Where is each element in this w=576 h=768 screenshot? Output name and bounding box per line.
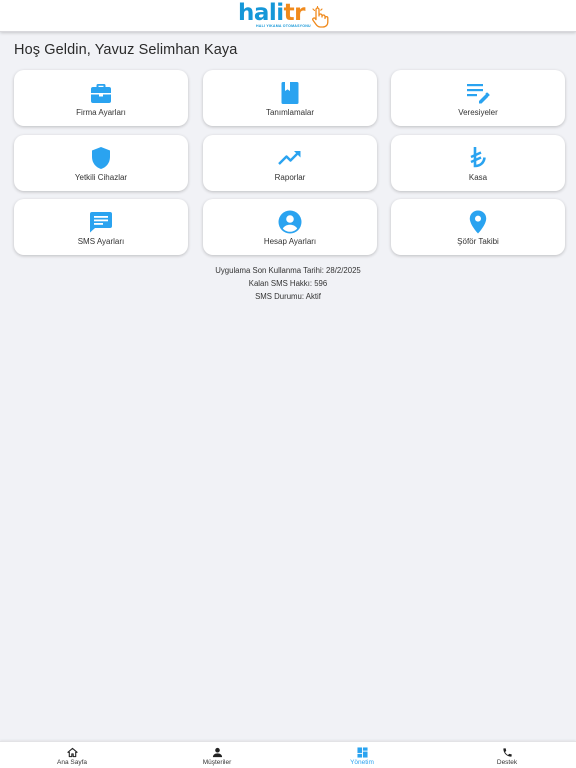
pointer-hand-icon	[312, 5, 329, 28]
tile-hesap-ayarlari[interactable]: Hesap Ayarları	[203, 199, 377, 255]
nav-yonetim[interactable]: Yönetim	[322, 747, 402, 766]
tile-yetkili-cihazlar[interactable]: Yetkili Cihazlar	[14, 135, 188, 191]
tile-kasa[interactable]: Kasa	[391, 135, 565, 191]
lira-icon	[470, 147, 486, 168]
edit-list-icon	[467, 84, 490, 104]
nav-label: Destek	[496, 759, 518, 766]
tile-tanimlamalar[interactable]: Tanımlamalar	[203, 70, 377, 126]
tile-veresiyeler[interactable]: Veresiyeler	[391, 70, 565, 126]
bottom-navigation: Ana Sayfa Müşteriler Yönetim Destek	[0, 741, 576, 768]
book-icon	[281, 82, 299, 104]
tile-label: Kasa	[468, 173, 488, 182]
logo-wordmark: halitr	[238, 0, 306, 26]
tile-label: Yetkili Cihazlar	[74, 173, 128, 182]
tile-sofor-takibi[interactable]: Şöför Takibi	[391, 199, 565, 255]
sms-status-text: SMS Durumu: Aktif	[255, 292, 321, 301]
greeting-text: Hoş Geldin, Yavuz Selimhan Kaya	[14, 42, 238, 58]
dashboard-icon	[356, 747, 368, 758]
home-icon	[66, 747, 78, 758]
briefcase-icon	[91, 84, 111, 103]
tile-label: Hesap Ayarları	[263, 237, 317, 246]
shield-icon	[92, 147, 110, 169]
top-bar: halitr HALI YIKAMA OTOMASYONU	[0, 0, 576, 32]
trending-up-icon	[278, 151, 301, 165]
tile-label: Şöför Takibi	[457, 237, 499, 246]
phone-icon	[502, 748, 512, 757]
tile-sms-ayarlari[interactable]: SMS Ayarları	[14, 199, 188, 255]
tile-label: Firma Ayarları	[76, 108, 126, 117]
location-pin-icon	[469, 210, 487, 234]
tile-firma-ayarlari[interactable]: Firma Ayarları	[14, 70, 188, 126]
message-icon	[90, 212, 112, 233]
nav-label: Müşteriler	[202, 759, 232, 766]
tile-label: Veresiyeler	[458, 108, 498, 117]
nav-musteriler[interactable]: Müşteriler	[177, 747, 257, 766]
tile-raporlar[interactable]: Raporlar	[203, 135, 377, 191]
license-info: Uygulama Son Kullanma Tarihi: 28/2/2025 …	[0, 264, 576, 303]
tile-label: Raporlar	[274, 173, 306, 182]
sms-remaining-text: Kalan SMS Hakkı: 596	[248, 279, 328, 288]
person-icon	[212, 747, 222, 758]
account-circle-icon	[278, 210, 302, 234]
tile-label: SMS Ayarları	[77, 237, 125, 246]
nav-label: Ana Sayfa	[57, 759, 87, 766]
nav-ana-sayfa[interactable]: Ana Sayfa	[32, 747, 112, 766]
tile-label: Tanımlamalar	[265, 108, 314, 117]
app-logo: halitr HALI YIKAMA OTOMASYONU	[238, 0, 338, 31]
nav-destek[interactable]: Destek	[467, 747, 547, 766]
expiry-date-text: Uygulama Son Kullanma Tarihi: 28/2/2025	[215, 266, 361, 275]
logo-tagline: HALI YIKAMA OTOMASYONU	[256, 23, 311, 28]
nav-label: Yönetim	[350, 759, 374, 766]
